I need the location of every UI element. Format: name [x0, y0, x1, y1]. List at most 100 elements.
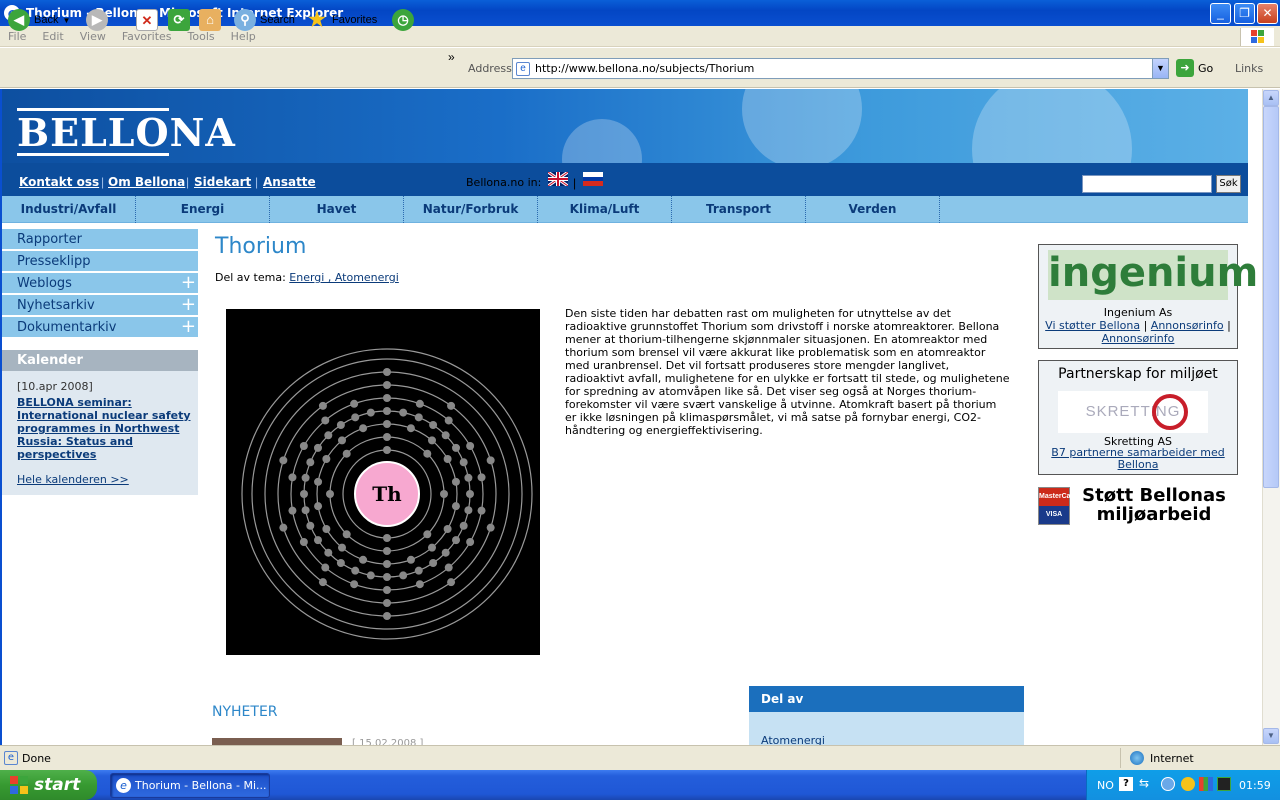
electron: [383, 407, 391, 415]
sidebar-item-rapporter[interactable]: Rapporter: [2, 229, 198, 250]
electron: [447, 578, 456, 587]
electron: [399, 408, 408, 417]
tray-monitor-icon[interactable]: [1217, 777, 1231, 791]
electron: [359, 424, 368, 433]
electron: [406, 424, 415, 433]
category-industri-avfall[interactable]: Industri/Avfall: [2, 196, 136, 223]
skretting-logo[interactable]: SKRETTING: [1058, 391, 1208, 433]
russia-flag-icon[interactable]: [583, 172, 603, 186]
site-search-button[interactable]: Søk: [1216, 175, 1241, 193]
page-icon: e: [516, 62, 530, 76]
input-language[interactable]: NO: [1097, 779, 1114, 792]
expand-plus-icon[interactable]: +: [181, 273, 196, 293]
electron: [427, 436, 436, 445]
ingenium-support-link[interactable]: Vi støtter Bellona: [1045, 319, 1140, 332]
support-bellona-link[interactable]: Støtt Bellonas miljøarbeid: [1074, 486, 1234, 524]
language-label: Bellona.no in:: [466, 176, 542, 189]
electron: [300, 490, 308, 498]
electron: [383, 534, 391, 542]
electron: [452, 443, 461, 452]
ingenium-links: Vi støtter Bellona | Annonsørinfo | Anno…: [1039, 319, 1237, 345]
electron: [318, 401, 327, 410]
electron: [429, 420, 438, 429]
electron: [383, 599, 391, 607]
forward-button[interactable]: ▶: [86, 8, 108, 32]
expand-plus-icon[interactable]: +: [181, 317, 196, 337]
calendar-all-link[interactable]: Hele kalenderen >>: [17, 473, 129, 486]
calendar-event-link[interactable]: BELLONA seminar: International nuclear s…: [17, 396, 192, 461]
back-button[interactable]: ◀ Back ▼: [8, 8, 70, 32]
toolbar-overflow-icon[interactable]: »: [448, 50, 455, 64]
electron: [288, 473, 297, 482]
electron: [423, 530, 432, 539]
home-button[interactable]: ⌂: [199, 8, 221, 32]
tray-util-icon[interactable]: [1199, 777, 1213, 791]
link-ansatte[interactable]: Ansatte: [263, 175, 316, 189]
electron: [451, 502, 460, 511]
electron: [414, 413, 423, 422]
sidebar-item-weblogs[interactable]: Weblogs +: [2, 273, 198, 294]
electron: [336, 559, 345, 568]
refresh-button[interactable]: ⟳: [168, 8, 190, 32]
category-klima-luft[interactable]: Klima/Luft: [538, 196, 672, 223]
taskbar-ie-window[interactable]: e Thorium - Bellona - Mi...: [110, 773, 270, 798]
maximize-button[interactable]: ❐: [1234, 3, 1255, 24]
tray-back-icon[interactable]: [1161, 777, 1175, 791]
help-icon[interactable]: ?: [1119, 777, 1133, 791]
electron: [351, 566, 360, 575]
network-icon[interactable]: ⇆: [1139, 776, 1149, 790]
tray-app-icon[interactable]: [1181, 777, 1195, 791]
stop-button[interactable]: ✕: [136, 8, 158, 32]
start-button[interactable]: start: [0, 770, 97, 800]
links-button[interactable]: Links: [1235, 62, 1263, 75]
news-thumbnail[interactable]: [212, 738, 342, 745]
go-button[interactable]: ➜ Go: [1176, 59, 1213, 77]
address-dropdown-icon[interactable]: ▼: [1152, 59, 1168, 78]
favorites-button[interactable]: ★ Favorites: [306, 8, 377, 32]
theme-links[interactable]: Energi , Atomenergi: [289, 271, 399, 284]
search-icon: ⚲: [234, 9, 256, 31]
electron: [350, 399, 359, 408]
site-search-input[interactable]: [1082, 175, 1212, 193]
electron: [477, 506, 486, 515]
ingenium-advertiser-link[interactable]: Annonsørinfo: [1151, 319, 1224, 332]
history-button[interactable]: ◷: [392, 8, 414, 32]
link-separator: |: [101, 175, 105, 189]
stop-icon: ✕: [136, 9, 158, 31]
link-separator: |: [1143, 319, 1148, 332]
part-of-heading: Del av: [749, 686, 1024, 712]
electron: [441, 431, 450, 440]
sidebar-item-presseklipp[interactable]: Presseklipp: [2, 251, 198, 272]
payment-card-icon[interactable]: MasterCard VISA: [1038, 487, 1078, 525]
address-input[interactable]: http://www.bellona.no/subjects/Thorium: [512, 58, 1169, 79]
link-om-bellona[interactable]: Om Bellona: [108, 175, 185, 189]
minimize-button[interactable]: _: [1210, 3, 1231, 24]
ingenium-logo[interactable]: ingenium: [1048, 250, 1258, 300]
expand-plus-icon[interactable]: +: [181, 295, 196, 315]
scroll-up-icon[interactable]: ▲: [1263, 90, 1279, 106]
electron: [336, 420, 345, 429]
bellona-logo[interactable]: BELLONA: [17, 108, 235, 156]
page-done-icon: e: [4, 751, 18, 765]
uk-flag-icon[interactable]: [548, 172, 568, 186]
scroll-thumb[interactable]: [1263, 106, 1279, 488]
category-havet[interactable]: Havet: [270, 196, 404, 223]
category-energi[interactable]: Energi: [136, 196, 270, 223]
link-sidekart[interactable]: Sidekart: [194, 175, 251, 189]
window-title-bar[interactable]: e Thorium - Bellona - Microsoft Internet…: [0, 0, 1280, 26]
category-natur-forbruk[interactable]: Natur/Forbruk: [404, 196, 538, 223]
ingenium-advertiser-link-2[interactable]: Annonsørinfo: [1102, 332, 1175, 345]
b7-partners-link[interactable]: B7 partnerne samarbeider med Bellona: [1039, 447, 1237, 471]
search-button[interactable]: ⚲ Search: [234, 8, 295, 32]
category-verden[interactable]: Verden: [806, 196, 940, 223]
back-dropdown-icon[interactable]: ▼: [62, 16, 70, 25]
link-separator: |: [255, 175, 259, 189]
category-transport[interactable]: Transport: [672, 196, 806, 223]
close-button[interactable]: ✕: [1257, 3, 1278, 24]
go-label: Go: [1198, 61, 1214, 75]
sidebar-item-nyhetsarkiv[interactable]: Nyhetsarkiv +: [2, 295, 198, 316]
link-kontakt-oss[interactable]: Kontakt oss: [19, 175, 99, 189]
scroll-down-icon[interactable]: ▼: [1263, 728, 1279, 744]
electron: [383, 394, 391, 402]
sidebar-item-dokumentarkiv[interactable]: Dokumentarkiv +: [2, 317, 198, 338]
